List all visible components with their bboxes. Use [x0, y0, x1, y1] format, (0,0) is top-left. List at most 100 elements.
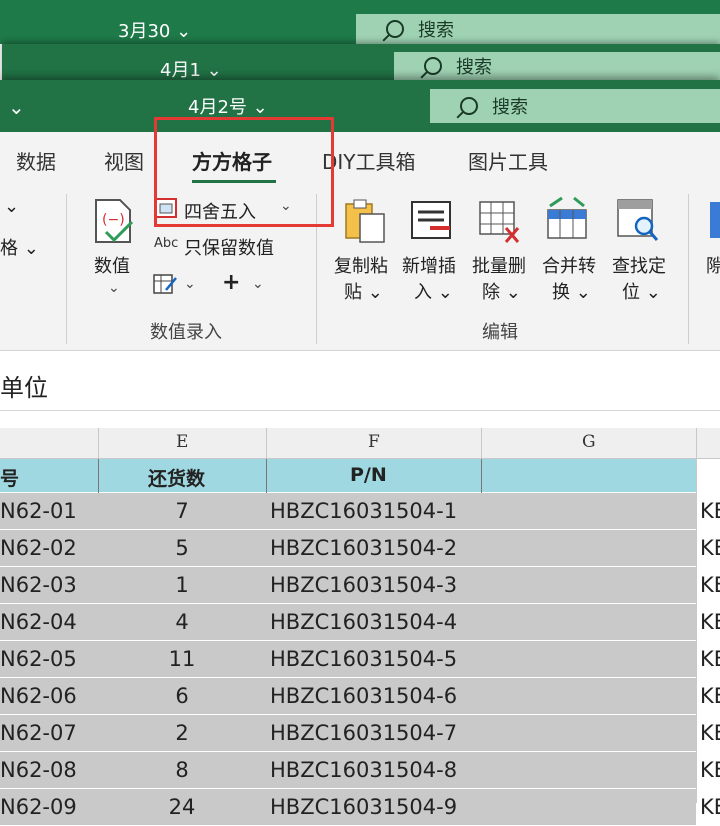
k-cell[interactable]: KE	[700, 610, 720, 634]
edit-cell-icon[interactable]	[152, 272, 178, 296]
qty-cell[interactable]: 8	[98, 758, 266, 782]
pn-cell[interactable]: HBZC16031504-1	[270, 499, 457, 523]
tab-view[interactable]: 视图	[104, 146, 144, 175]
group-label-edit: 编辑	[482, 322, 518, 343]
code-cell[interactable]: N62-06	[0, 684, 77, 708]
column-header-g[interactable]: G	[582, 432, 596, 452]
formula-value: 单位	[0, 374, 48, 402]
formula-bar[interactable]: 单位	[0, 360, 720, 411]
keep-values-button[interactable]: 只保留数值	[184, 234, 274, 260]
copy-paste-button[interactable]: 复制粘	[334, 252, 388, 278]
search-label: 搜索	[418, 20, 454, 41]
search-box[interactable]: 搜索	[430, 89, 720, 123]
k-cell[interactable]: KE	[700, 499, 720, 523]
table-row: N62-01 7 HBZC16031504-1	[0, 493, 696, 530]
k-cell[interactable]: KE	[700, 647, 720, 671]
group-divider	[688, 194, 689, 344]
batch-delete-icon	[479, 201, 520, 243]
search-label: 搜索	[456, 57, 492, 78]
tab-diy-toolbox[interactable]: DIY工具箱	[322, 146, 416, 175]
search-box[interactable]: 搜索	[394, 52, 720, 80]
plus-icon[interactable]: +	[222, 270, 240, 295]
window-titlebar-4-2: 4月2号 ⌄ 搜索	[0, 80, 720, 132]
window-title[interactable]: 4月1 ⌄	[160, 56, 222, 82]
find-locate-icon	[617, 199, 658, 241]
window-title[interactable]: 4月2号 ⌄	[188, 93, 268, 119]
search-icon	[386, 20, 404, 38]
qty-cell[interactable]: 2	[98, 721, 266, 745]
tab-data[interactable]: 数据	[16, 146, 56, 175]
window-title[interactable]: 3月30 ⌄	[118, 17, 191, 43]
partial-dropdown[interactable]: ⌄	[4, 196, 19, 217]
table-row: N62-08 8 HBZC16031504-8	[0, 752, 696, 789]
ribbon-tabs: 数据 视图 方方格子 DIY工具箱 图片工具	[0, 132, 720, 184]
qty-cell[interactable]: 6	[98, 684, 266, 708]
k-cell[interactable]: KE	[700, 536, 720, 560]
header-cell[interactable]: 还货数	[148, 464, 205, 491]
table-row: N62-09 24 HBZC16031504-9	[0, 789, 696, 826]
column-header-row: E F G	[0, 428, 720, 459]
table-row: N62-04 4 HBZC16031504-4	[0, 604, 696, 641]
merge-convert-button[interactable]: 合并转	[542, 252, 596, 278]
partial-tool-button[interactable]: 隙	[706, 252, 720, 278]
pn-cell[interactable]: HBZC16031504-6	[270, 684, 457, 708]
chevron-down-icon[interactable]: ⌄	[108, 280, 120, 296]
search-icon	[424, 57, 442, 75]
k-cell[interactable]: KE	[700, 573, 720, 597]
group-divider	[66, 194, 67, 344]
chevron-down-icon[interactable]: ⌄	[252, 276, 264, 292]
numeric-value-button[interactable]: 数值	[94, 252, 130, 278]
search-label: 搜索	[492, 97, 528, 118]
code-cell[interactable]: N62-05	[0, 647, 77, 671]
code-cell[interactable]: N62-03	[0, 573, 77, 597]
find-locate-button[interactable]: 查找定	[612, 252, 666, 278]
add-insert-button[interactable]: 新增插	[402, 252, 456, 278]
add-insert-icon	[411, 201, 451, 239]
qty-cell[interactable]: 1	[98, 573, 266, 597]
search-box[interactable]: 搜索	[356, 14, 720, 44]
quick-access-menu-icon[interactable]: ⌄	[8, 95, 25, 119]
table-row: N62-02 5 HBZC16031504-2	[0, 530, 696, 567]
qty-cell[interactable]: 11	[98, 647, 266, 671]
group-label-numeric-entry: 数值录入	[150, 322, 222, 343]
pn-cell[interactable]: HBZC16031504-8	[270, 758, 457, 782]
search-icon	[460, 97, 478, 115]
pn-cell[interactable]: HBZC16031504-3	[270, 573, 457, 597]
header-cell[interactable]: 号	[0, 464, 19, 491]
qty-cell[interactable]: 7	[98, 499, 266, 523]
qty-cell[interactable]: 5	[98, 536, 266, 560]
header-cell[interactable]: P/N	[350, 464, 387, 486]
code-cell[interactable]: N62-01	[0, 499, 77, 523]
partial-format-button[interactable]: 格 ⌄	[0, 234, 39, 260]
numeric-value-icon: (−)	[95, 199, 134, 243]
find-locate-dropdown[interactable]: 位 ⌄	[622, 278, 661, 304]
k-cell[interactable]: KE	[700, 721, 720, 745]
pn-cell[interactable]: HBZC16031504-7	[270, 721, 457, 745]
code-cell[interactable]: N62-04	[0, 610, 77, 634]
copy-paste-dropdown[interactable]: 贴 ⌄	[344, 278, 383, 304]
code-cell[interactable]: N62-02	[0, 536, 77, 560]
pn-cell[interactable]: HBZC16031504-2	[270, 536, 457, 560]
pn-cell[interactable]: HBZC16031504-9	[270, 795, 457, 819]
code-cell[interactable]: N62-08	[0, 758, 77, 782]
column-header-e[interactable]: E	[176, 432, 188, 452]
partial-tool-icon	[710, 202, 720, 238]
k-cell[interactable]: KE	[700, 758, 720, 782]
k-cell[interactable]: KE	[700, 684, 720, 708]
pn-cell[interactable]: HBZC16031504-5	[270, 647, 457, 671]
merge-convert-icon	[547, 196, 587, 239]
batch-delete-dropdown[interactable]: 除 ⌄	[482, 278, 521, 304]
add-insert-dropdown[interactable]: 入 ⌄	[414, 278, 453, 304]
code-cell[interactable]: N62-07	[0, 721, 77, 745]
chevron-down-icon[interactable]: ⌄	[184, 276, 196, 292]
column-header-f[interactable]: F	[368, 432, 380, 452]
merge-convert-dropdown[interactable]: 换 ⌄	[552, 278, 591, 304]
window-titlebar-4-1: 4月1 ⌄ 搜索	[2, 44, 720, 82]
batch-delete-button[interactable]: 批量删	[472, 252, 526, 278]
qty-cell[interactable]: 24	[98, 795, 266, 819]
k-cell[interactable]: KE	[700, 795, 720, 819]
code-cell[interactable]: N62-09	[0, 795, 77, 819]
qty-cell[interactable]: 4	[98, 610, 266, 634]
pn-cell[interactable]: HBZC16031504-4	[270, 610, 457, 634]
tab-picture-tools[interactable]: 图片工具	[468, 146, 548, 175]
